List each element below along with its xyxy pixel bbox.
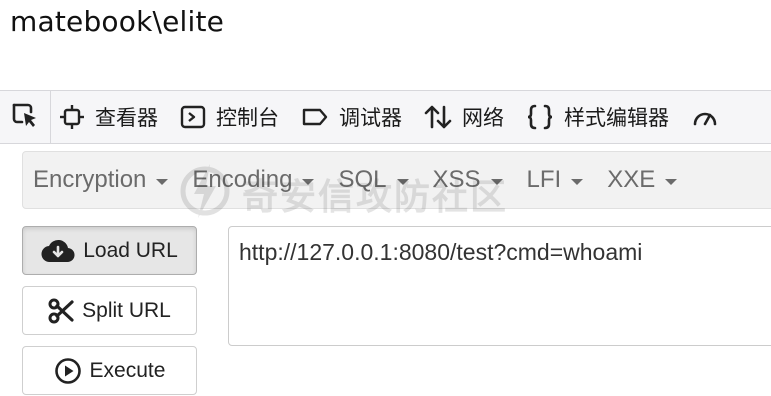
- caret-down-icon: [665, 178, 678, 185]
- execute-button[interactable]: Execute: [22, 346, 197, 395]
- menu-lfi-label: LFI: [526, 166, 562, 193]
- tab-console-label: 控制台: [216, 106, 279, 130]
- caret-down-icon: [302, 178, 315, 185]
- tab-network-label: 网络: [462, 106, 504, 130]
- caret-down-icon: [396, 178, 409, 185]
- caret-down-icon: [571, 178, 584, 185]
- split-url-label: Split URL: [82, 298, 171, 322]
- menu-encryption-label: Encryption: [33, 166, 147, 193]
- console-icon: [180, 104, 206, 130]
- menu-xss-label: XSS: [432, 166, 481, 193]
- menu-xxe-label: XXE: [607, 166, 656, 193]
- inspector-icon: [59, 104, 85, 130]
- screen: matebook\elite 查看器 控制台 调试器 网络 样式编辑器 Encr…: [0, 0, 771, 396]
- performance-icon: [691, 104, 719, 130]
- tab-network[interactable]: 网络: [416, 91, 518, 143]
- devtools-toolbar: 查看器 控制台 调试器 网络 样式编辑器: [0, 90, 771, 144]
- menu-encoding[interactable]: Encoding: [180, 166, 326, 194]
- menu-sql-label: SQL: [338, 166, 387, 193]
- menu-encryption[interactable]: Encryption: [23, 166, 180, 194]
- element-picker-icon: [11, 101, 39, 134]
- tab-style-editor-label: 样式编辑器: [564, 106, 669, 130]
- play-circle-icon: [54, 357, 82, 385]
- cloud-download-icon: [41, 238, 75, 264]
- tab-performance[interactable]: [683, 91, 743, 143]
- menu-lfi[interactable]: LFI: [515, 166, 596, 194]
- load-url-button[interactable]: Load URL: [22, 226, 197, 275]
- tab-inspector[interactable]: 查看器: [51, 91, 172, 143]
- url-input[interactable]: http://127.0.0.1:8080/test?cmd=whoami: [228, 226, 771, 346]
- caret-down-icon: [156, 178, 169, 185]
- debugger-icon: [301, 104, 329, 130]
- tab-debugger-label: 调试器: [339, 106, 402, 130]
- execute-label: Execute: [89, 358, 166, 382]
- hackbar-menu: Encryption Encoding SQL XSS LFI XXE: [22, 151, 771, 209]
- menu-encoding-label: Encoding: [192, 166, 293, 193]
- whoami-output: matebook\elite: [10, 5, 225, 38]
- split-url-button[interactable]: Split URL: [22, 286, 197, 335]
- network-icon: [424, 104, 452, 130]
- tab-inspector-label: 查看器: [95, 106, 158, 130]
- tab-debugger[interactable]: 调试器: [293, 91, 416, 143]
- caret-down-icon: [490, 178, 503, 185]
- tab-console[interactable]: 控制台: [172, 91, 293, 143]
- menu-sql[interactable]: SQL: [326, 166, 420, 194]
- element-picker-button[interactable]: [0, 91, 51, 143]
- tab-style-editor[interactable]: 样式编辑器: [518, 91, 683, 143]
- menu-xxe[interactable]: XXE: [595, 166, 689, 194]
- load-url-label: Load URL: [83, 238, 178, 262]
- style-editor-icon: [526, 104, 554, 130]
- menu-xss[interactable]: XSS: [421, 166, 515, 194]
- scissors-icon: [48, 298, 74, 324]
